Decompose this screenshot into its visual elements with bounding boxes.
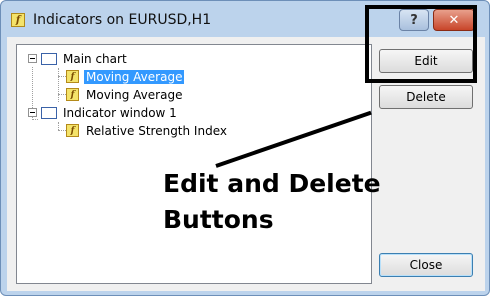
- tree-node-label: Moving Average: [84, 69, 185, 84]
- collapse-toggle[interactable]: [28, 54, 37, 63]
- window-title: Indicators on EURUSD,H1: [33, 12, 212, 28]
- tree-node-moving-average-1[interactable]: f Moving Average: [66, 68, 185, 85]
- indicator-icon: f: [66, 70, 79, 83]
- close-button[interactable]: Close: [379, 253, 473, 277]
- annotation-line-2: Buttons: [163, 205, 274, 234]
- tree-node-main-chart[interactable]: Main chart: [28, 50, 129, 67]
- chart-icon: [41, 106, 57, 119]
- tree-connector: [58, 122, 59, 130]
- tree-node-label: Main chart: [63, 51, 127, 66]
- indicator-icon: f: [66, 88, 79, 101]
- tree-node-moving-average-2[interactable]: f Moving Average: [66, 86, 184, 103]
- indicator-icon: f: [66, 124, 79, 137]
- annotation-text: Edit and Delete Buttons: [163, 166, 381, 238]
- collapse-toggle[interactable]: [28, 108, 37, 117]
- tree-node-indicator-window[interactable]: Indicator window 1: [28, 104, 179, 121]
- indicator-app-icon: f: [11, 13, 25, 27]
- chart-icon: [41, 52, 57, 65]
- annotation-highlight-box: [365, 5, 477, 83]
- tree-connector: [58, 68, 59, 102]
- tree-node-label: Indicator window 1: [63, 105, 177, 120]
- tree-node-label: Relative Strength Index: [86, 123, 227, 138]
- delete-button[interactable]: Delete: [379, 85, 473, 109]
- tree-node-rsi[interactable]: f Relative Strength Index: [66, 122, 229, 139]
- indicators-tree[interactable]: Main chart f Moving Average f Moving Ave…: [16, 44, 372, 284]
- tree-node-label: Moving Average: [86, 87, 183, 102]
- annotation-line-1: Edit and Delete: [163, 169, 381, 198]
- indicators-dialog: f Indicators on EURUSD,H1 ? ✕ Main chart…: [0, 0, 490, 296]
